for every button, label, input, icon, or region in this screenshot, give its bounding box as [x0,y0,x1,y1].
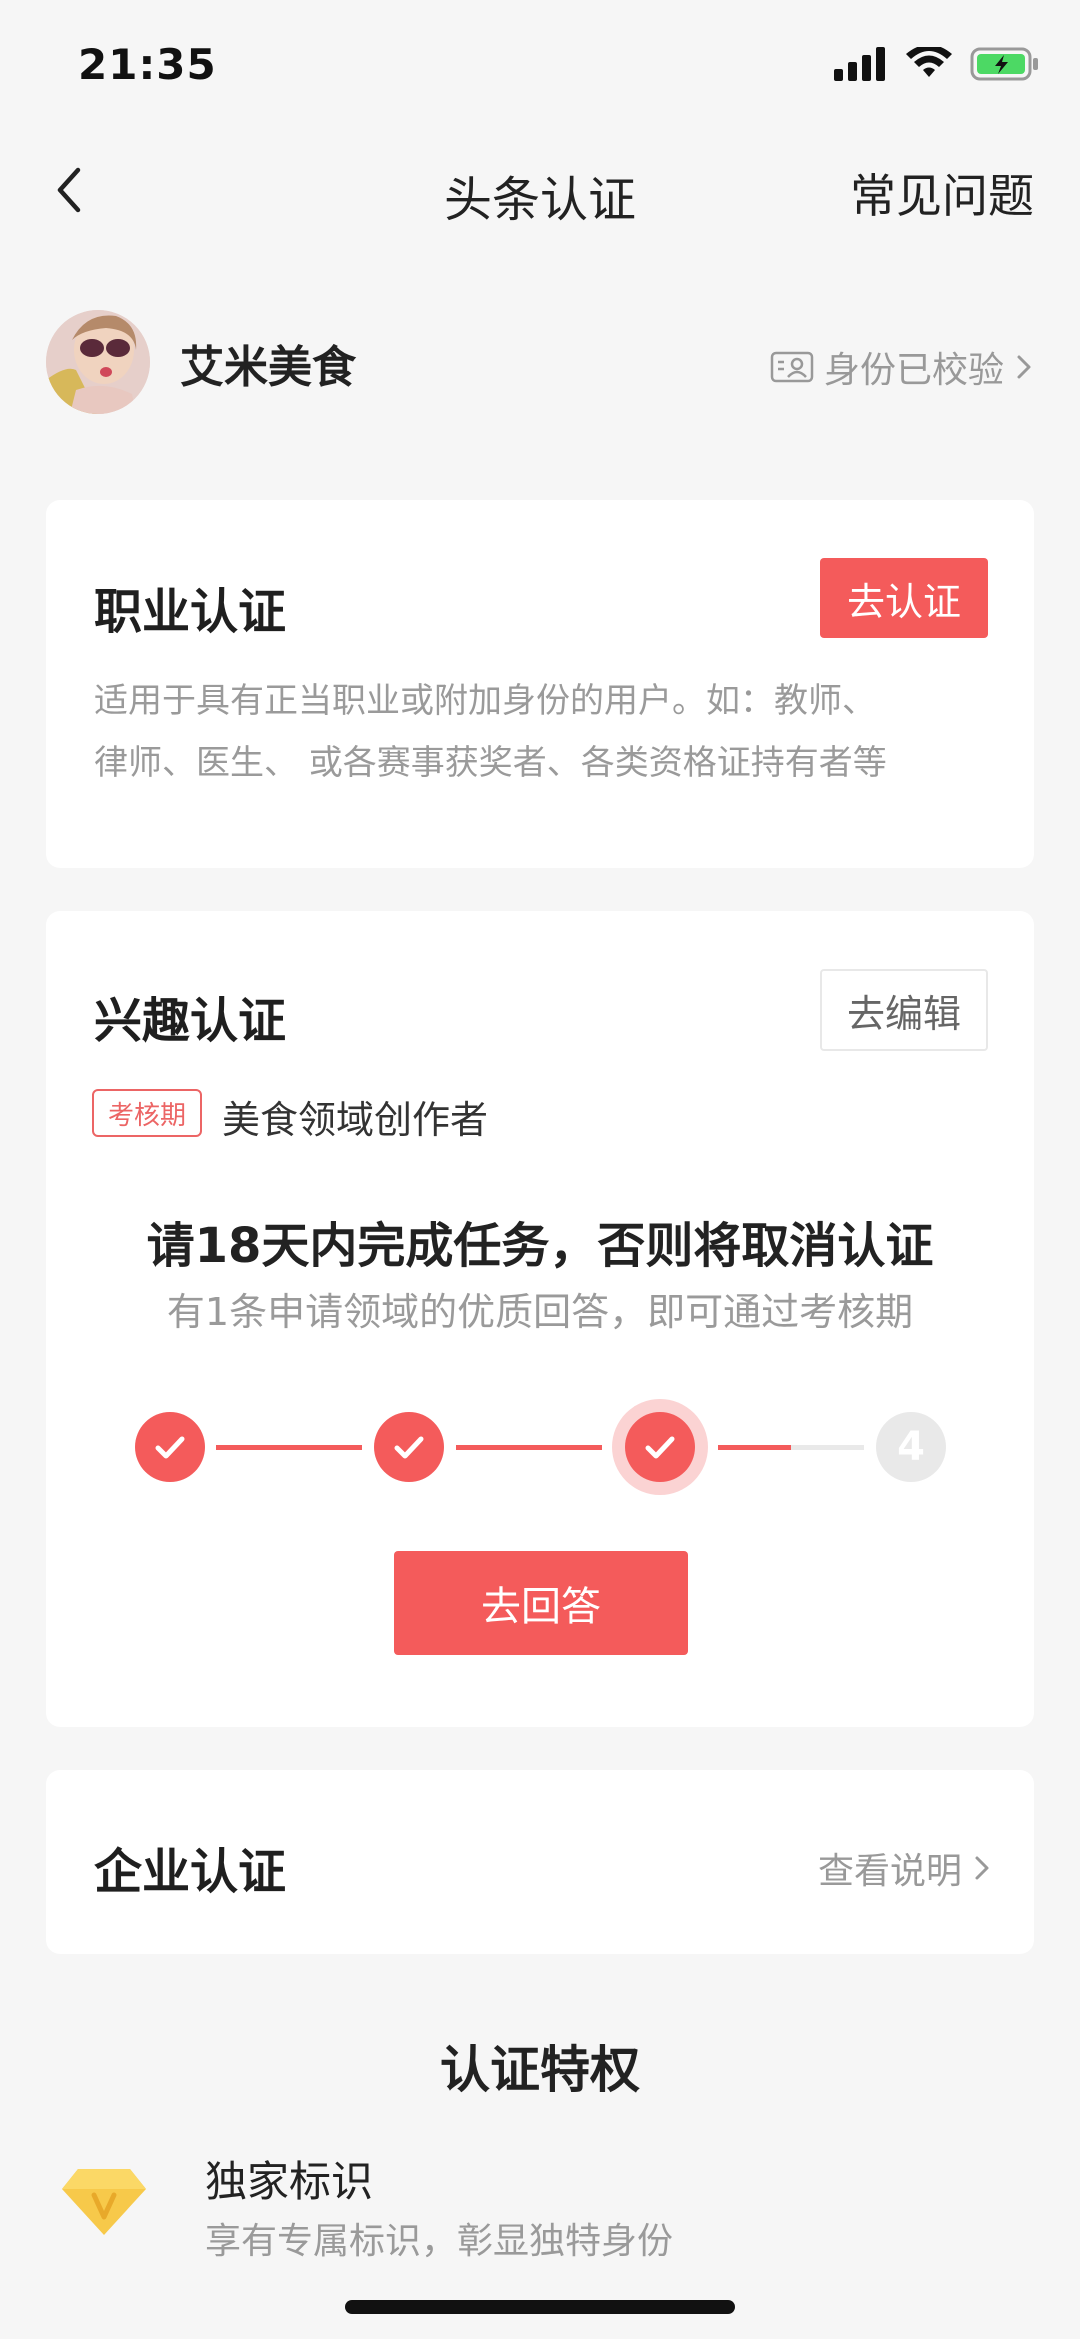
identity-verified-link[interactable]: 身份已校验 [770,341,1036,393]
step-connector-1 [216,1445,362,1450]
step-3 [625,1412,695,1482]
enterprise-info-link[interactable]: 查看说明 [818,1842,994,1894]
interest-cert-card: 兴趣认证 去编辑 考核期 美食领域创作者 请18天内完成任务，否则将取消认证 有… [46,911,1034,1727]
interest-cert-title: 兴趣认证 [94,993,287,1049]
interest-edit-button[interactable]: 去编辑 [820,969,988,1051]
step-2 [374,1412,444,1482]
check-icon [394,1436,424,1459]
step-4: 4 [876,1412,946,1482]
enterprise-info-label: 查看说明 [817,1851,962,1892]
profile-row: 艾米美食 身份已校验 [46,305,1036,415]
identity-verified-label: 身份已校验 [823,350,1004,391]
step-connector-3-progress [718,1445,791,1450]
task-warning: 请18天内完成任务，否则将取消认证 [146,1218,934,1274]
nav-bar: 头条认证 常见问题 [0,140,1080,240]
chevron-right-icon [975,1856,989,1880]
privilege-title: 独家标识 [205,2157,374,2206]
privilege-desc: 享有专属标识，彰显独特身份 [205,2221,674,2262]
career-cert-button[interactable]: 去认证 [820,558,988,638]
wifi-icon [906,47,952,77]
step-connector-2 [456,1445,602,1450]
profile-name: 艾米美食 [180,342,356,393]
privileges-title: 认证特权 [440,2041,640,2099]
signal-icon [834,47,885,81]
step-1 [135,1412,205,1482]
chevron-right-icon [1017,355,1031,379]
avatar[interactable] [46,310,150,414]
faq-link[interactable]: 常见问题 [850,160,1034,226]
go-answer-button[interactable]: 去回答 [394,1551,688,1655]
review-period-badge: 考核期 [92,1089,202,1137]
task-subtext: 有1条申请领域的优质回答，即可通过考核期 [166,1290,914,1334]
avatar-image [46,310,150,414]
career-cert-desc: 适用于具有正当职业或附加身份的用户。如：教师、 律师、医生、 或各赛事获奖者、各… [94,670,994,794]
diamond-v-icon [62,2169,146,2235]
enterprise-cert-card[interactable]: 企业认证 查看说明 [46,1770,1034,1954]
status-icons [834,46,1040,82]
interest-field-label: 美食领域创作者 [222,1098,489,1142]
home-indicator [345,2300,735,2314]
check-icon [155,1436,185,1459]
career-cert-title: 职业认证 [94,584,287,640]
career-desc-line-1: 适用于具有正当职业或附加身份的用户。如：教师、 [94,681,876,721]
status-bar: 21:35 [0,0,1080,130]
battery-icon [970,47,1038,81]
enterprise-cert-title: 企业认证 [94,1844,287,1900]
id-card-icon [770,351,814,383]
career-cert-card: 职业认证 去认证 适用于具有正当职业或附加身份的用户。如：教师、 律师、医生、 … [46,500,1034,868]
career-desc-line-2: 律师、医生、 或各赛事获奖者、各类资格证持有者等 [94,743,887,783]
status-time: 21:35 [78,40,217,89]
check-icon [645,1436,675,1459]
